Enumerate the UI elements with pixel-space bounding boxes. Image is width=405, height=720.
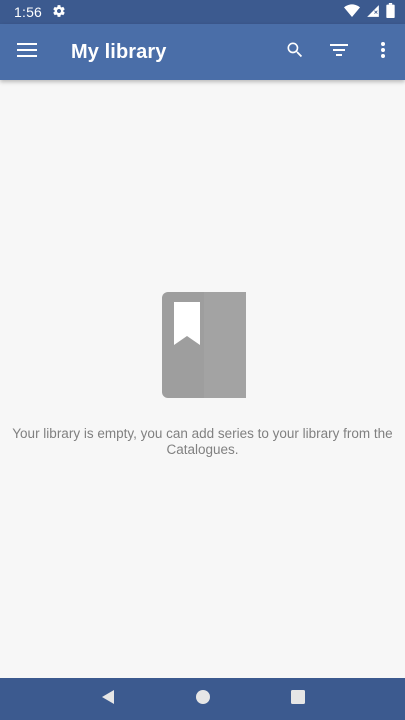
wifi-icon [344, 3, 360, 21]
bookmark-book-icon [162, 292, 246, 398]
menu-button[interactable] [7, 32, 47, 72]
battery-icon [386, 3, 395, 21]
status-time: 1:56 [14, 4, 43, 20]
settings-gear-icon [52, 4, 66, 21]
page-title: My library [71, 40, 167, 63]
empty-library-message: Your library is empty, you can add serie… [12, 426, 393, 457]
home-circle-icon [195, 689, 211, 710]
filter-icon [329, 42, 349, 63]
back-button[interactable] [88, 679, 128, 719]
library-content: Your library is empty, you can add serie… [0, 80, 405, 678]
recents-square-icon [290, 689, 305, 709]
search-button[interactable] [273, 32, 317, 72]
back-triangle-icon [101, 689, 115, 710]
search-icon [285, 40, 305, 65]
signal-icon [366, 4, 380, 21]
filter-button[interactable] [317, 32, 361, 72]
home-button[interactable] [183, 679, 223, 719]
more-options-button[interactable] [361, 32, 405, 72]
more-vert-icon [380, 41, 386, 64]
status-bar: 1:56 [0, 0, 405, 24]
system-nav-bar [0, 678, 405, 720]
recents-button[interactable] [278, 679, 318, 719]
app-bar: My library [0, 24, 405, 80]
menu-icon [16, 42, 38, 63]
